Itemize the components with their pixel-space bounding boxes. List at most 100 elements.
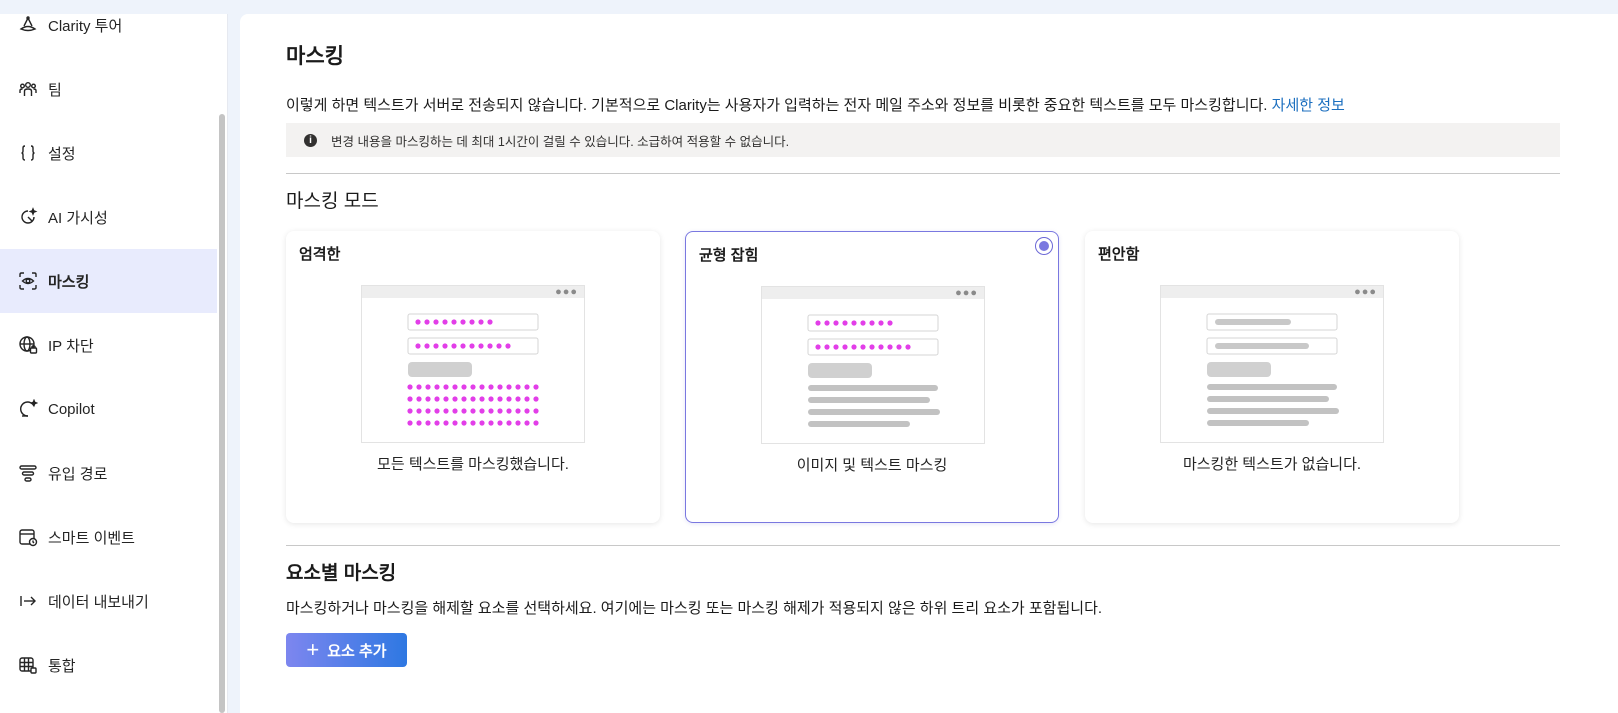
- mask-dot: [878, 320, 884, 326]
- mask-dot: [497, 384, 503, 390]
- mask-dot: [815, 320, 821, 326]
- sidebar-item-data-export[interactable]: 데이터 내보내기: [0, 569, 217, 633]
- mask-dot: [869, 320, 875, 326]
- mask-dot: [896, 344, 902, 350]
- card-title: 균형 잡힘: [699, 247, 759, 264]
- sidebar-item-settings[interactable]: 설정: [0, 121, 217, 185]
- mask-dot: [487, 319, 493, 325]
- sidebar-item-integrations[interactable]: 통합: [0, 633, 217, 697]
- mask-dot: [860, 344, 866, 350]
- plus-icon: +: [306, 637, 320, 662]
- add-element-button[interactable]: + 요소 추가: [286, 633, 407, 667]
- sidebar-item-smart-events[interactable]: 스마트 이벤트: [0, 505, 217, 569]
- mask-dot: [469, 343, 475, 349]
- window-dots-icon: ●●●: [555, 286, 578, 298]
- mask-dot: [515, 408, 521, 414]
- mask-dot: [524, 384, 530, 390]
- divider: [286, 545, 1560, 546]
- mask-dot: [487, 343, 493, 349]
- mask-dot: [878, 344, 884, 350]
- mask-dot: [533, 420, 539, 426]
- window-dots-icon: ●●●: [1354, 286, 1377, 298]
- mask-dot: [533, 384, 539, 390]
- sidebar-item-team[interactable]: 팀: [0, 57, 217, 121]
- sidebar: Clarity 투어 팀 설정 AI 가시성 마스킹 IP 차단 Copilot…: [0, 14, 228, 713]
- sidebar-item-label: 스마트 이벤트: [48, 529, 135, 547]
- sidebar-item-copilot[interactable]: Copilot: [0, 377, 217, 441]
- mask-dot: [452, 384, 458, 390]
- mask-dot: [488, 396, 494, 402]
- mask-dot: [451, 319, 457, 325]
- export-arrow-icon: [18, 591, 38, 611]
- mask-dot: [842, 344, 848, 350]
- main-panel: 마스킹 이렇게 하면 텍스트가 서버로 전송되지 않습니다. 기본적으로 Cla…: [240, 14, 1618, 713]
- sidebar-scrollbar[interactable]: [219, 114, 225, 713]
- masking-mode-card-relaxed[interactable]: 편안함 ●●● 마스킹한 텍스트가 없습니다.: [1085, 231, 1459, 523]
- mask-dot: [815, 344, 821, 350]
- mask-dot: [824, 344, 830, 350]
- info-icon: i: [304, 133, 317, 147]
- team-icon: [18, 79, 38, 99]
- mask-dot: [842, 320, 848, 326]
- card-title: 편안함: [1098, 246, 1140, 263]
- mask-dot: [433, 319, 439, 325]
- mask-dot: [824, 320, 830, 326]
- mask-dot: [506, 396, 512, 402]
- mask-dot: [460, 319, 466, 325]
- mask-dot: [415, 343, 421, 349]
- card-caption: 이미지 및 텍스트 마스킹: [796, 457, 948, 474]
- mask-dot: [533, 408, 539, 414]
- sidebar-item-masking[interactable]: 마스킹: [0, 249, 217, 313]
- mask-dot: [425, 420, 431, 426]
- mask-dot: [524, 396, 530, 402]
- add-element-label: 요소 추가: [327, 642, 387, 660]
- sidebar-item-funnels[interactable]: 유입 경로: [0, 441, 217, 505]
- mask-dot: [860, 320, 866, 326]
- sidebar-item-label: 통합: [48, 657, 76, 675]
- masking-mode-card-strict[interactable]: 엄격한 ●●● 모든 텍스트를 마스킹했습니다.: [286, 231, 660, 523]
- mask-dot: [515, 384, 521, 390]
- mask-dot: [461, 396, 467, 402]
- mask-dot: [434, 396, 440, 402]
- mask-dot: [833, 320, 839, 326]
- mask-dot: [442, 343, 448, 349]
- mask-dot: [433, 343, 439, 349]
- masking-mode-card-balanced[interactable]: 균형 잡힘 ●●● 이미지 및 텍스트 마스킹: [685, 231, 1059, 523]
- page-description: 이렇게 하면 텍스트가 서버로 전송되지 않습니다. 기본적으로 Clarity…: [286, 94, 1345, 115]
- mask-dot: [515, 396, 521, 402]
- mask-dot: [443, 408, 449, 414]
- mask-dot: [461, 420, 467, 426]
- mask-dot: [443, 384, 449, 390]
- mask-dot: [533, 396, 539, 402]
- mask-dot: [869, 344, 875, 350]
- mask-dot: [470, 396, 476, 402]
- element-masking-description: 마스킹하거나 마스킹을 해제할 요소를 선택하세요. 여기에는 마스킹 또는 마…: [286, 600, 1103, 617]
- mask-dot: [461, 384, 467, 390]
- mask-dot: [460, 343, 466, 349]
- mask-dot: [434, 408, 440, 414]
- masking-icon: [18, 271, 38, 291]
- sidebar-item-clarity-tour[interactable]: Clarity 투어: [0, 0, 217, 57]
- mask-dot: [887, 344, 893, 350]
- globe-lock-icon: [18, 335, 38, 355]
- sidebar-item-label: Clarity 투어: [48, 17, 123, 35]
- mask-dot: [497, 408, 503, 414]
- mask-dot: [479, 420, 485, 426]
- mask-dot: [452, 396, 458, 402]
- mask-dot: [515, 420, 521, 426]
- learn-more-link[interactable]: 자세한 정보: [1272, 97, 1345, 114]
- sidebar-item-ip-block[interactable]: IP 차단: [0, 313, 217, 377]
- mask-dot: [451, 343, 457, 349]
- mask-dot: [497, 396, 503, 402]
- radio-selected[interactable]: [1035, 237, 1053, 255]
- mask-dot: [407, 384, 413, 390]
- mask-dot: [470, 408, 476, 414]
- mask-dot: [505, 343, 511, 349]
- sidebar-item-label: 설정: [48, 145, 76, 163]
- sidebar-item-ai-visibility[interactable]: AI 가시성: [0, 185, 217, 249]
- description-text: 이렇게 하면 텍스트가 서버로 전송되지 않습니다. 기본적으로 Clarity…: [286, 97, 1268, 114]
- card-caption: 모든 텍스트를 마스킹했습니다.: [377, 456, 569, 473]
- mask-dot: [496, 343, 502, 349]
- mask-dot: [479, 408, 485, 414]
- masking-mode-title: 마스킹 모드: [286, 191, 379, 212]
